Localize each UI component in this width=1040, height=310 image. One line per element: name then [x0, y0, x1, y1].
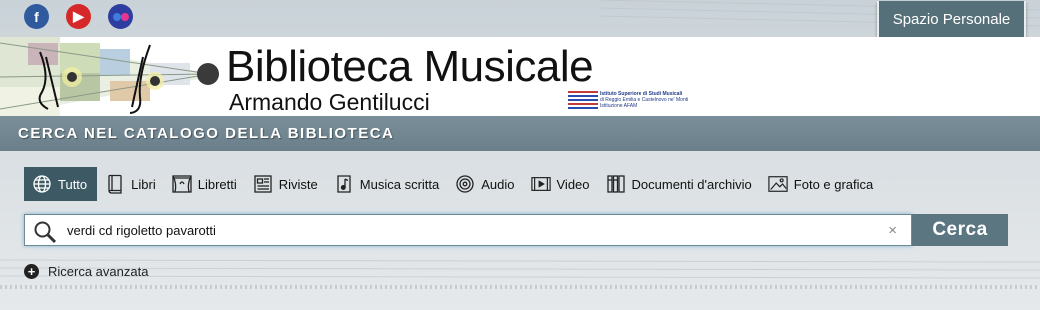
clear-icon[interactable]: ×	[888, 222, 897, 239]
theater-icon	[172, 174, 192, 194]
tab-label: Tutto	[58, 176, 88, 192]
tab-riviste[interactable]: Riviste	[245, 167, 326, 201]
search-box: ×	[24, 214, 912, 246]
film-icon	[530, 174, 551, 194]
plus-circle-icon: +	[24, 264, 39, 279]
tab-label: Documenti d'archivio	[631, 176, 752, 192]
tab-musica-scritta[interactable]: Musica scritta	[326, 167, 447, 201]
tab-label: Libretti	[197, 176, 237, 192]
image-icon	[768, 174, 788, 194]
catalog-banner: CERCA NEL CATALOGO DELLA BIBLIOTECA	[0, 116, 1040, 151]
site-title[interactable]: Biblioteca Musicale	[226, 43, 594, 91]
institute-logo-icon	[568, 91, 598, 109]
book-icon	[105, 174, 125, 194]
tab-label: Foto e grafica	[793, 176, 874, 192]
archive-icon	[606, 174, 626, 194]
site-header: Biblioteca Musicale Armando Gentilucci I…	[0, 37, 1040, 116]
search-icon	[33, 220, 57, 244]
tab-audio[interactable]: Audio	[447, 167, 522, 201]
youtube-icon[interactable]: ▶	[66, 4, 91, 29]
tab-foto-grafica[interactable]: Foto e grafica	[760, 167, 882, 201]
top-bar: f ▶ Spazio Personale	[0, 0, 1040, 40]
material-type-tabs: Tutto Libri Libretti Riviste Musica scri…	[24, 167, 881, 201]
library-logo-art[interactable]	[0, 37, 220, 116]
institute-name: Istituto Superiore di Studi Musicali di …	[600, 91, 689, 109]
tab-label: Musica scritta	[359, 176, 440, 192]
flickr-icon[interactable]	[108, 4, 133, 29]
tab-libretti[interactable]: Libretti	[164, 167, 245, 201]
tab-tutto[interactable]: Tutto	[24, 167, 98, 201]
facebook-icon[interactable]: f	[24, 4, 49, 29]
advanced-search-label: Ricerca avanzata	[48, 264, 149, 279]
tab-label: Audio	[481, 176, 515, 192]
tab-documenti-archivio[interactable]: Documenti d'archivio	[598, 167, 760, 201]
personal-area-button[interactable]: Spazio Personale	[877, 1, 1026, 40]
tab-label: Riviste	[278, 176, 318, 192]
catalog-title: CERCA NEL CATALOGO DELLA BIBLIOTECA	[18, 125, 395, 142]
search-button[interactable]: Cerca	[912, 214, 1008, 246]
advanced-search-link[interactable]: + Ricerca avanzata	[24, 264, 148, 279]
globe-icon	[32, 174, 52, 194]
tab-label: Video	[556, 176, 590, 192]
tab-video[interactable]: Video	[523, 167, 598, 201]
disc-icon	[455, 174, 475, 194]
search-input[interactable]	[67, 215, 877, 245]
dotted-divider	[0, 285, 1040, 289]
newspaper-icon	[253, 174, 273, 194]
sheet-music-icon	[334, 174, 354, 194]
tab-label: Libri	[131, 176, 156, 192]
site-subtitle: Armando Gentilucci	[229, 89, 430, 115]
tab-libri[interactable]: Libri	[97, 167, 164, 201]
